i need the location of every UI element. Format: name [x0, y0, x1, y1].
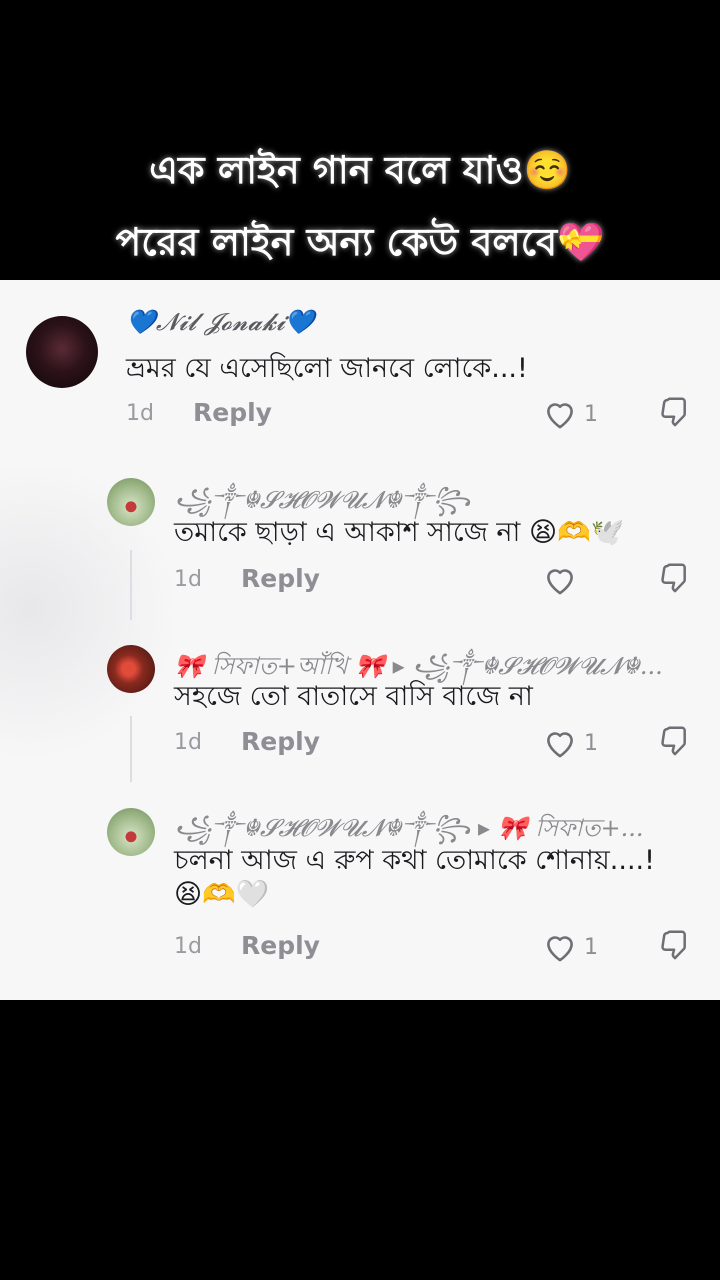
dislike-button[interactable] [658, 396, 692, 432]
reply-button[interactable]: Reply [193, 398, 272, 427]
heart-outline-icon [542, 727, 578, 759]
overlay-headline-line2: পরের লাইন অন্য কেউ বলবে💝 [115, 220, 605, 264]
overlay-headline-line1: এক লাইন গান বলে যাও☺️ [149, 148, 571, 192]
like-button[interactable]: 1 [542, 727, 598, 759]
comment-time: 1d [126, 401, 154, 426]
thumbs-down-icon [658, 929, 692, 965]
like-button[interactable]: 1 [542, 931, 598, 963]
comment-text-emoji: 😫🫶🤍 [174, 879, 270, 910]
avatar[interactable] [26, 316, 98, 388]
like-count: 1 [584, 401, 598, 427]
comment-time: 1d [174, 730, 202, 755]
reply-button[interactable]: Reply [241, 931, 320, 960]
comment-username[interactable]: 💙𝓝𝓲𝓵 𝓙𝓸𝓷𝓪𝓴𝓲💙 [126, 308, 315, 336]
comment-time: 1d [174, 567, 202, 592]
comments-panel: 💙𝓝𝓲𝓵 𝓙𝓸𝓷𝓪𝓴𝓲💙 ভ্রমর যে এসেছিলো জানবে লোকে… [0, 280, 720, 1000]
like-button[interactable]: 1 [542, 398, 598, 430]
thumbs-down-icon [658, 562, 692, 598]
comment-text: সহজে তো বাতাসে বাসি বাজে না [174, 681, 533, 712]
reply-button[interactable]: Reply [241, 727, 320, 756]
thumbs-down-icon [658, 396, 692, 432]
dislike-button[interactable] [658, 562, 692, 598]
like-count: 1 [584, 730, 598, 756]
thread-line [130, 716, 132, 782]
video-overlay-banner: এক লাইন গান বলে যাও☺️ পরের লাইন অন্য কেউ… [0, 0, 720, 280]
heart-outline-icon [542, 564, 578, 596]
video-bottom-area [0, 1000, 720, 1280]
heart-outline-icon [542, 931, 578, 963]
comment-text: ভ্রমর যে এসেছিলো জানবে লোকে...! [126, 353, 528, 384]
reply-button[interactable]: Reply [241, 564, 320, 593]
dislike-button[interactable] [658, 725, 692, 761]
comment-time: 1d [174, 934, 202, 959]
dislike-button[interactable] [658, 929, 692, 965]
like-button[interactable] [542, 564, 584, 596]
avatar[interactable] [107, 645, 155, 693]
heart-outline-icon [542, 398, 578, 430]
avatar[interactable] [107, 478, 155, 526]
like-count: 1 [584, 934, 598, 960]
comment-text: তমাকে ছাড়া এ আকাশ সাজে না 😫🫶🕊️ [174, 517, 625, 548]
thumbs-down-icon [658, 725, 692, 761]
thread-line [130, 550, 132, 620]
avatar[interactable] [107, 808, 155, 856]
